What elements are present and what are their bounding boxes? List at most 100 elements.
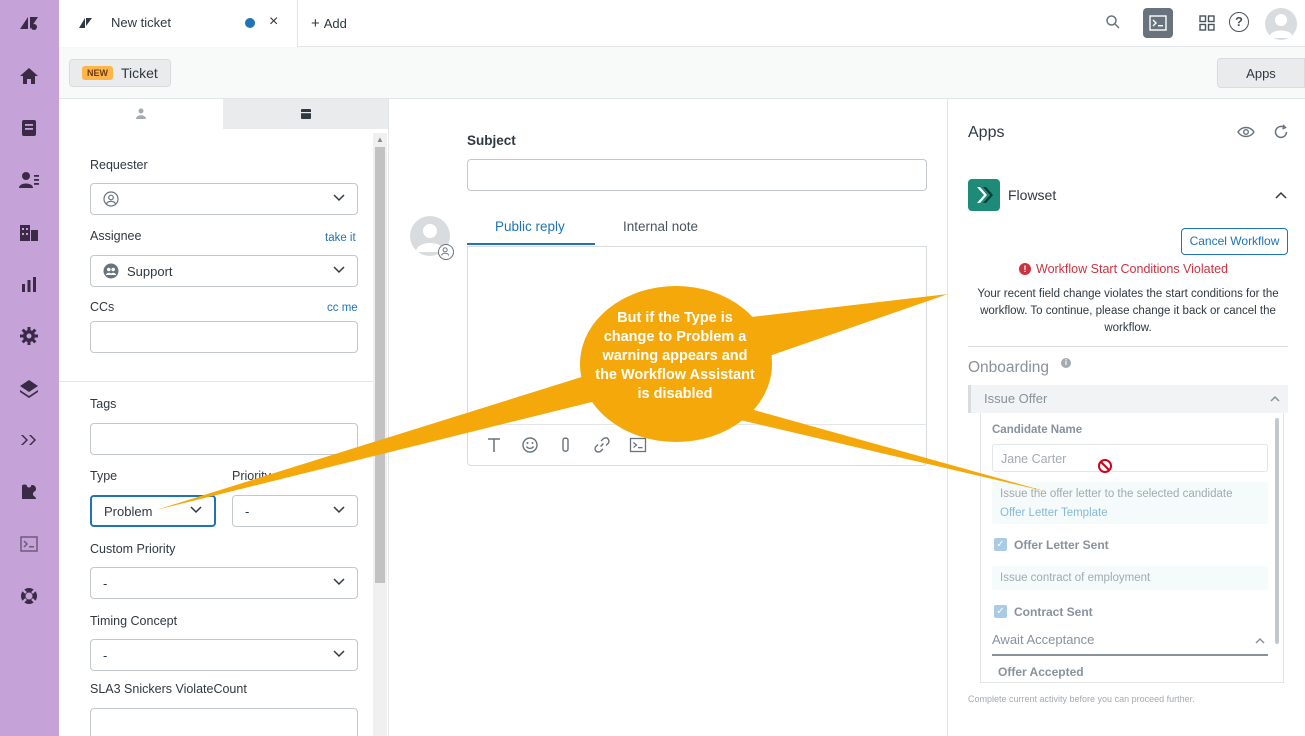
workflow-footnote: Complete current activity before you can… [968,694,1195,704]
flowset-app-name: Flowset [1008,187,1057,203]
ticket-header-bar: NEW Ticket Apps [59,47,1305,99]
priority-select[interactable]: - [232,495,358,527]
add-tab-button[interactable]: + Add [311,15,347,32]
console-toolbar-icon[interactable] [629,436,647,454]
admin-gear-icon[interactable] [17,324,41,348]
chevron-up-icon [1270,395,1280,402]
user-circle-icon [103,191,119,207]
tab-public-reply[interactable]: Public reply [495,219,565,234]
type-select[interactable]: Problem [90,495,216,527]
chevron-down-icon [333,650,345,658]
ticket-label: Ticket [121,65,158,81]
stage-await-acceptance[interactable]: Await Acceptance [992,632,1094,647]
apps-toggle-button[interactable]: Apps [1217,58,1305,88]
cancel-workflow-button[interactable]: Cancel Workflow [1181,228,1288,255]
tags-label: Tags [90,397,117,411]
cc-me-link[interactable]: cc me [327,302,358,314]
task-text: Issue contract of employment [1000,572,1151,584]
search-icon[interactable] [1105,14,1121,30]
chevron-down-icon [333,506,345,514]
help-icon[interactable]: ? [1229,12,1249,32]
custom-priority-label: Custom Priority [90,542,176,556]
assignee-field[interactable]: Support [90,255,358,287]
active-tab-underline [467,243,595,245]
zendesk-logo-icon[interactable] [17,11,41,35]
flowset-chevrons-icon[interactable] [17,428,41,452]
warning-title-text: Workflow Start Conditions Violated [1036,262,1228,276]
tab-new-ticket[interactable]: New ticket × [59,0,298,47]
new-status-badge: NEW [82,66,113,80]
tab-close-icon[interactable]: × [269,13,278,31]
plus-icon: + [311,15,320,32]
customers-icon[interactable] [17,168,41,192]
ccs-label: CCs [90,300,115,314]
error-icon: ! [1019,263,1031,275]
tab-internal-note[interactable]: Internal note [623,219,698,234]
ccs-field[interactable] [90,321,358,353]
scrollbar-thumb[interactable] [375,147,385,583]
tags-field[interactable] [90,423,358,455]
chevron-down-icon [333,194,345,202]
fields-scrollbar[interactable]: ▲ [373,133,387,736]
views-icon[interactable] [17,116,41,140]
offer-accepted-label: Offer Accepted [998,665,1084,679]
tab-user-info[interactable] [59,99,223,129]
type-label: Type [90,469,118,483]
reporting-icon[interactable] [17,272,41,296]
scroll-up-arrow-icon[interactable]: ▲ [376,135,384,144]
requester-field[interactable] [90,183,358,215]
layers-app-icon[interactable] [17,376,41,400]
requester-label: Requester [90,158,148,172]
home-icon[interactable] [17,64,41,88]
custom-priority-select[interactable]: - [90,567,358,599]
offer-letter-template-link[interactable]: Offer Letter Template [1000,507,1108,519]
assignee-label: Assignee [90,229,142,243]
candidate-name-label: Candidate Name [992,424,1083,436]
sla-field[interactable] [90,708,358,736]
stage-scrollbar[interactable] [1275,418,1279,644]
avatar-person-icon [1269,14,1293,38]
candidate-name-value: Jane Carter [1001,452,1067,466]
offer-letter-sent-label: Offer Letter Sent [1014,538,1109,552]
timing-concept-select[interactable]: - [90,639,358,671]
chevron-up-icon[interactable] [1255,637,1265,644]
lifebuoy-app-icon[interactable] [17,584,41,608]
user-avatar[interactable] [1265,8,1297,40]
ticket-status-pill[interactable]: NEW Ticket [69,59,171,87]
chevron-down-icon [333,266,345,274]
timing-concept-label: Timing Concept [90,614,178,628]
stage-issue-offer[interactable]: Issue Offer [968,385,1288,413]
task-issue-offer-letter: Issue the offer letter to the selected c… [992,482,1268,524]
emoji-icon[interactable] [521,436,539,454]
info-icon[interactable]: i [1061,358,1071,368]
contract-sent-checkbox[interactable]: ✓ [994,605,1007,618]
not-allowed-cursor-icon [1098,459,1112,473]
assignee-value: Support [127,264,173,279]
tab-title: New ticket [111,15,171,30]
console-app-icon[interactable] [17,532,41,556]
link-icon[interactable] [593,436,611,454]
eye-icon[interactable] [1237,125,1255,139]
console-button[interactable] [1143,8,1173,38]
properties-tabs [59,99,388,129]
nav-rail [0,0,59,736]
contract-sent-label: Contract Sent [1014,605,1093,619]
sla-label: SLA3 Snickers ViolateCount [90,682,247,696]
tab-ticket-fields[interactable] [223,99,388,129]
organizations-icon[interactable] [17,220,41,244]
callout-text: But if the Type is change to Problem a w… [595,310,755,402]
text-format-icon[interactable] [485,436,503,454]
chevron-down-icon [190,506,202,514]
products-grid-icon[interactable] [1199,15,1215,31]
take-it-link[interactable]: take it [325,232,356,244]
chevron-up-icon[interactable] [1275,191,1287,199]
group-icon [103,263,119,279]
offer-letter-sent-checkbox[interactable]: ✓ [994,538,1007,551]
unsaved-dot-indicator [245,18,255,28]
person-small-icon [441,247,450,256]
subject-input[interactable] [467,159,927,191]
refresh-icon[interactable] [1273,124,1289,140]
attachment-icon[interactable] [557,436,575,454]
workflow-name: Onboarding [968,359,1050,376]
puzzle-app-icon[interactable] [17,480,41,504]
